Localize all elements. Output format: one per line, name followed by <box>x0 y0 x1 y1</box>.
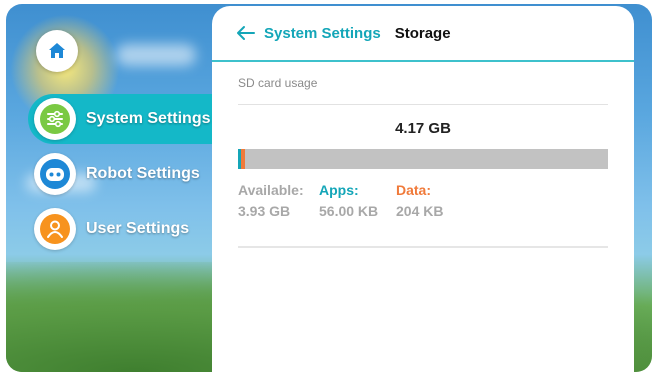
legend-available: Available: 3.93 GB <box>238 182 304 219</box>
breadcrumb-parent[interactable]: System Settings <box>264 25 381 42</box>
section-label: SD card usage <box>238 76 318 90</box>
sidebar-item-label: User Settings <box>86 220 190 237</box>
sidebar-item-label: System Settings <box>86 110 211 127</box>
legend-apps-label: Apps: <box>319 182 359 198</box>
legend-data: Data: 204 KB <box>396 182 443 219</box>
home-button[interactable] <box>36 30 78 72</box>
sidebar-item-system-settings[interactable]: System Settings <box>28 94 214 144</box>
legend-available-label: Available: <box>238 182 304 198</box>
robot-icon <box>34 153 76 195</box>
legend-apps: Apps: 56.00 KB <box>319 182 378 219</box>
cloud <box>116 44 196 66</box>
panel-header: System Settings Storage <box>212 6 634 62</box>
divider <box>238 104 608 105</box>
home-icon <box>49 43 65 58</box>
sidebar-item-user-settings[interactable]: User Settings <box>28 204 189 254</box>
usage-bar-data-segment <box>240 149 246 169</box>
page-title: Storage <box>394 24 451 42</box>
sidebar-item-robot-settings[interactable]: Robot Settings <box>28 149 200 199</box>
legend-available-value: 3.93 GB <box>238 203 291 219</box>
legend-data-label: Data: <box>396 182 432 198</box>
sliders-icon <box>34 98 76 140</box>
sidebar-item-label: Robot Settings <box>86 165 200 182</box>
total-size: 4.17 GB <box>395 120 451 137</box>
back-button[interactable]: System Settings <box>236 25 381 42</box>
user-icon <box>34 208 76 250</box>
storage-usage-bar <box>238 149 608 169</box>
legend-data-value: 204 KB <box>396 203 444 219</box>
divider <box>238 246 608 248</box>
arrow-left-icon <box>237 26 255 40</box>
storage-panel: System Settings Storage SD card usage 4.… <box>212 6 634 372</box>
legend-apps-value: 56.00 KB <box>319 203 379 219</box>
